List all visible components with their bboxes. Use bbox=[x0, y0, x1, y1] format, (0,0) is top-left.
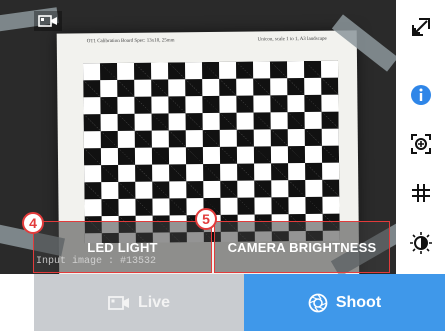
shutter-icon bbox=[308, 293, 328, 312]
shoot-button[interactable]: Shoot bbox=[244, 274, 445, 331]
focus-target-icon[interactable] bbox=[396, 131, 445, 157]
board-note: Unicon, scale 1 to 1, A3 landscape bbox=[257, 36, 327, 43]
camera-brightness-label: CAMERA BRIGHTNESS bbox=[227, 239, 377, 255]
board-title: OT1 Calibration Board Spec: 13x10, 25mm bbox=[86, 38, 175, 45]
camera-viewport: OT1 Calibration Board Spec: 13x10, 25mm … bbox=[0, 0, 396, 274]
video-camera-icon bbox=[38, 15, 57, 27]
live-label: Live bbox=[137, 293, 170, 311]
right-toolbar bbox=[396, 0, 445, 274]
bottom-left-spacer bbox=[0, 274, 34, 331]
info-icon[interactable] bbox=[396, 82, 445, 108]
annotation-marker-4: 4 bbox=[22, 212, 44, 234]
board-header: OT1 Calibration Board Spec: 13x10, 25mm … bbox=[87, 37, 327, 45]
live-button[interactable]: Live bbox=[34, 274, 244, 331]
expand-icon[interactable] bbox=[396, 12, 445, 42]
annotation-marker-5: 5 bbox=[195, 208, 217, 230]
led-light-label: LED LIGHT bbox=[87, 239, 158, 255]
grid-icon[interactable] bbox=[396, 180, 445, 206]
camera-source-icon[interactable] bbox=[34, 11, 62, 31]
shoot-label: Shoot bbox=[335, 293, 382, 311]
input-image-info: Input image : #13532 bbox=[36, 256, 157, 267]
contrast-icon[interactable] bbox=[396, 230, 445, 256]
live-camera-icon bbox=[108, 295, 129, 310]
camera-brightness-button[interactable]: CAMERA BRIGHTNESS bbox=[214, 221, 390, 273]
